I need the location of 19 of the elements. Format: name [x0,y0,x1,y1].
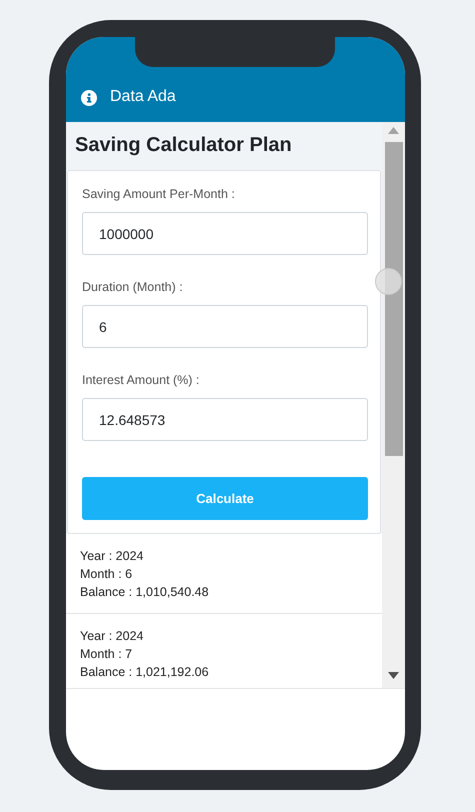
result-line: Month : 6 [80,566,134,583]
scrollbar[interactable] [382,122,405,688]
result-line: Balance : 1,021,192.06 [80,664,210,681]
header-title: Data Ada [110,87,176,107]
scroll-up-icon[interactable] [388,127,399,134]
page-title: Saving Calculator Plan [74,133,293,158]
result-line: Year : 2024 [80,628,144,645]
field-label: Saving Amount Per-Month : [82,186,236,203]
scroll-down-icon[interactable] [388,672,399,679]
input-field[interactable]: 6 [82,305,368,348]
field-label: Interest Amount (%) : [82,372,200,389]
result-line: Year : 2024 [80,548,144,565]
info-icon[interactable] [81,90,97,106]
field-label: Duration (Month) : [82,279,184,296]
input-field[interactable]: 1000000 [82,212,368,255]
scrollbar-thumb[interactable] [384,142,402,456]
result-line: Balance : 1,010,540.48 [80,584,210,601]
input-field[interactable]: 12.648573 [82,398,368,441]
result-line: Month : 7 [80,646,134,663]
